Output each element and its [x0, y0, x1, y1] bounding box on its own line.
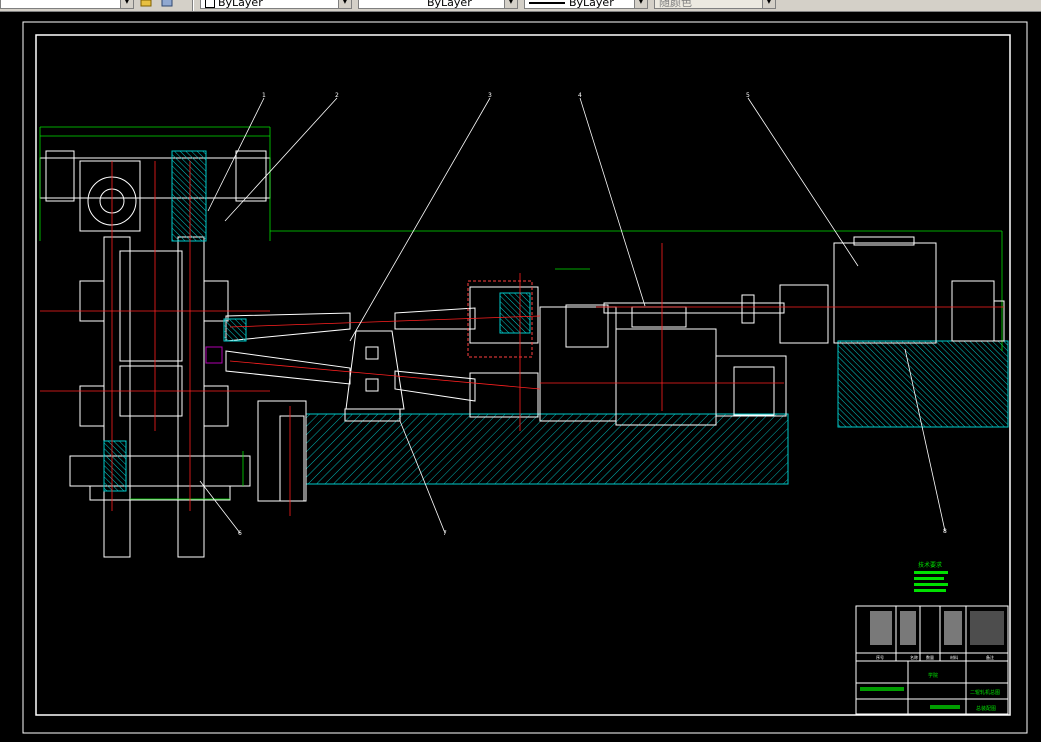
lineweight-control[interactable]: ByLayer ▼ — [524, 0, 648, 9]
drawing-number: 总装配图 — [976, 705, 996, 712]
col-header-remark: 备注 — [986, 654, 994, 660]
balloon-4: 4 — [578, 92, 582, 99]
balloon-2: 2 — [335, 92, 339, 99]
drawing-canvas[interactable]: 1 2 3 4 5 6 7 8 技术要求 序号 名称 数量 材料 备注 学院 二… — [0, 11, 1041, 742]
title-block: 序号 名称 数量 材料 备注 学院 二辊轧机总图 总装配图 — [855, 605, 1009, 715]
lineweight-control-value: ByLayer — [569, 0, 614, 9]
lineweight-sample-icon — [529, 2, 565, 4]
spindle-section — [223, 292, 531, 342]
balloon-8: 8 — [943, 528, 947, 535]
balloon-6: 6 — [238, 530, 242, 537]
chevron-down-icon: ▼ — [120, 0, 133, 8]
plotstyle-control-value: 随颜色 — [659, 0, 692, 9]
col-header-no: 序号 — [876, 654, 884, 660]
chevron-down-icon: ▼ — [504, 0, 517, 8]
balloon-5: 5 — [746, 92, 750, 99]
color-control[interactable]: ByLayer ▼ — [200, 0, 352, 9]
color-control-value: ByLayer — [218, 0, 263, 9]
col-header-name: 名称 — [910, 654, 918, 660]
tech-requirements: 技术要求 — [914, 561, 948, 592]
school-name: 学院 — [928, 672, 938, 679]
plotstyle-control[interactable]: 随颜色 ▼ — [654, 0, 776, 9]
chevron-down-icon: ▼ — [634, 0, 647, 8]
color-swatch-icon — [205, 0, 215, 8]
balloon-7: 7 — [443, 530, 447, 537]
linetype-control[interactable]: ByLayer ▼ — [358, 0, 518, 9]
spindles — [225, 307, 476, 402]
layer-dropdown-stub[interactable]: ▼ — [0, 0, 134, 9]
tech-req-title: 技术要求 — [918, 561, 942, 569]
chevron-down-icon: ▼ — [762, 0, 775, 8]
linetype-control-value: ByLayer — [427, 0, 472, 9]
chevron-down-icon: ▼ — [338, 0, 351, 8]
roll-chock-highlight — [205, 346, 223, 364]
col-header-qty: 数量 — [926, 654, 934, 660]
foundation-main — [305, 340, 1009, 485]
balloon-3: 3 — [488, 92, 492, 99]
balloon-1: 1 — [262, 92, 266, 99]
drawing-title: 二辊轧机总图 — [970, 689, 1000, 696]
toolbar-separator — [192, 0, 194, 11]
col-header-material: 材料 — [950, 654, 958, 660]
layer-previous-icon[interactable] — [160, 0, 174, 8]
layer-state-icon[interactable] — [140, 0, 154, 8]
